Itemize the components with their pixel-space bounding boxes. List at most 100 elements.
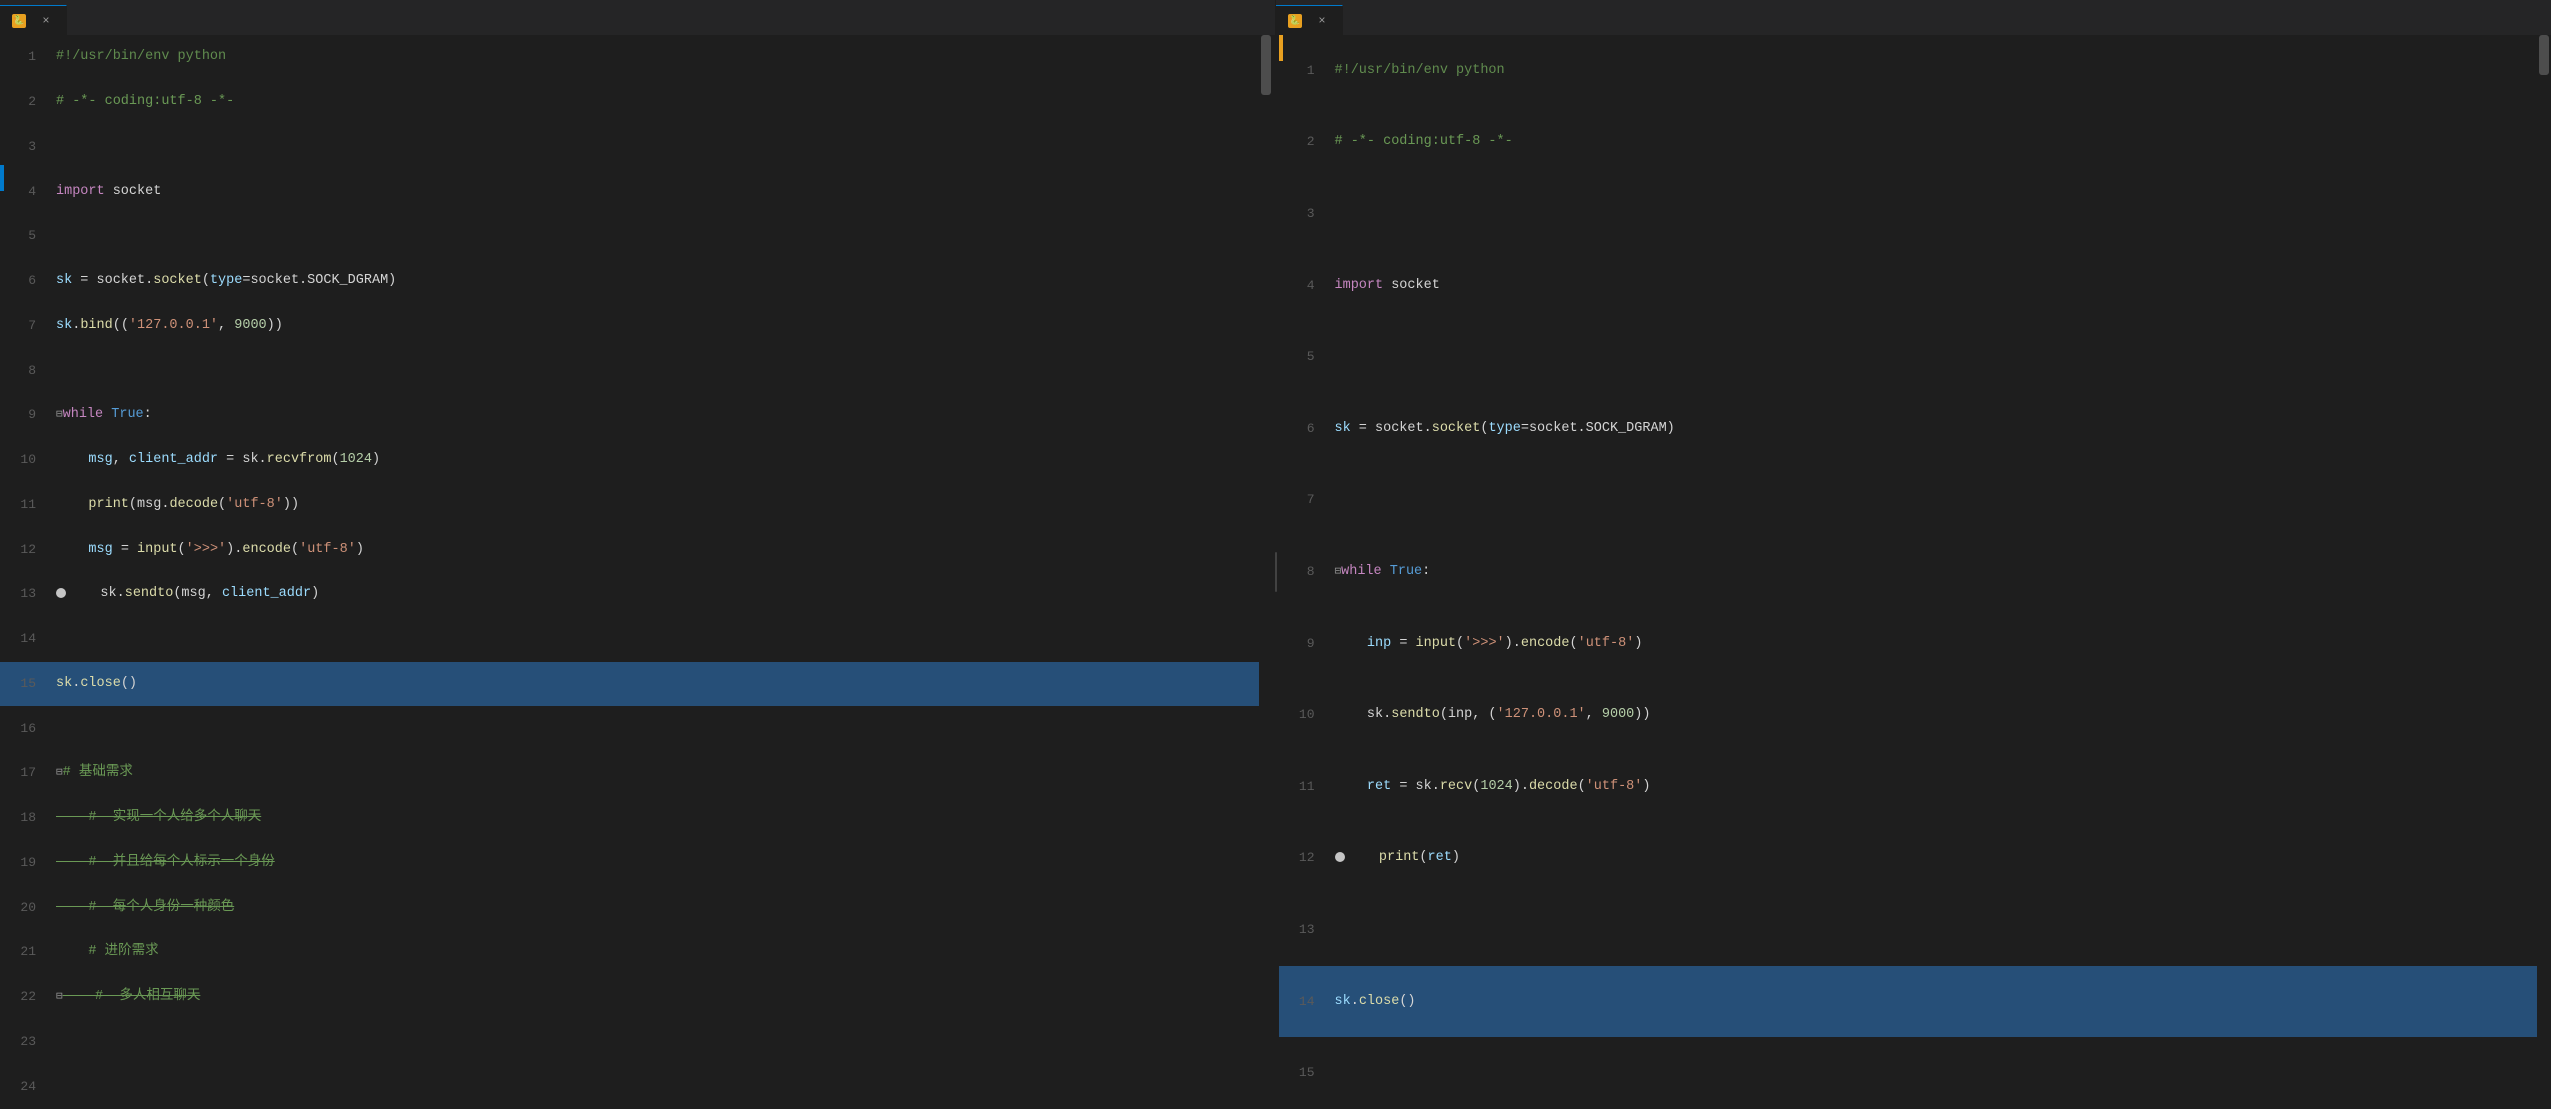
table-row: 1#!/usr/bin/env python: [1279, 35, 2551, 107]
table-row: 21 # 进阶需求: [0, 930, 1273, 975]
line-number: 18: [0, 796, 48, 841]
server-code-area[interactable]: 1#!/usr/bin/env python2# -*- coding:utf-…: [0, 35, 1273, 1109]
line-content[interactable]: #!/usr/bin/env python: [1327, 35, 2551, 107]
line-content[interactable]: import socket: [1327, 250, 2551, 322]
line-number: 11: [1279, 751, 1327, 823]
line-number: 13: [1279, 894, 1327, 966]
line-content[interactable]: print(ret): [1327, 823, 2551, 895]
line-content[interactable]: # 实现一个人给多个人聊天: [48, 796, 1273, 841]
line-content[interactable]: ⊟ # 多人相互聊天: [48, 975, 1273, 1020]
line-content[interactable]: sk = socket.socket(type=socket.SOCK_DGRA…: [48, 259, 1273, 304]
line-content[interactable]: # -*- coding:utf-8 -*-: [48, 80, 1273, 125]
line-number: 10: [0, 438, 48, 483]
table-row: 12 print(ret): [1279, 823, 2551, 895]
line-number: 9: [0, 393, 48, 438]
line-content[interactable]: # 每个人身份一种颜色: [48, 885, 1273, 930]
line-content[interactable]: [48, 348, 1273, 393]
line-number: 2: [1279, 107, 1327, 179]
table-row: 9 inp = input('>>>').encode('utf-8'): [1279, 608, 2551, 680]
line-content[interactable]: sk.bind(('127.0.0.1', 9000)): [48, 304, 1273, 349]
line-content[interactable]: ⊟while True:: [1327, 536, 2551, 608]
line-number: 2: [0, 80, 48, 125]
line-content[interactable]: sk.sendto(msg, client_addr): [48, 572, 1273, 617]
table-row: 24: [0, 1064, 1273, 1109]
line-content[interactable]: ⊟# 基础需求: [48, 751, 1273, 796]
table-row: 9⊟while True:: [0, 393, 1273, 438]
table-row: 4import socket: [1279, 250, 2551, 322]
line-number: 12: [1279, 823, 1327, 895]
line-content[interactable]: [48, 617, 1273, 662]
table-row: 14: [0, 617, 1273, 662]
tab-server[interactable]: 🐍 ×: [0, 5, 67, 35]
line-number: 23: [0, 1020, 48, 1065]
line-number: 14: [1279, 966, 1327, 1038]
table-row: 11 ret = sk.recv(1024).decode('utf-8'): [1279, 751, 2551, 823]
line-number: 24: [0, 1064, 48, 1109]
table-row: 2# -*- coding:utf-8 -*-: [1279, 107, 2551, 179]
line-content[interactable]: [1327, 321, 2551, 393]
line-content[interactable]: sk.close(): [1327, 966, 2551, 1038]
line-number: 4: [1279, 250, 1327, 322]
table-row: 22⊟ # 多人相互聊天: [0, 975, 1273, 1020]
line-content[interactable]: [1327, 465, 2551, 537]
line-number: 8: [0, 348, 48, 393]
line-number: 14: [0, 617, 48, 662]
line-content[interactable]: sk = socket.socket(type=socket.SOCK_DGRA…: [1327, 393, 2551, 465]
table-row: 7: [1279, 465, 2551, 537]
line-content[interactable]: # -*- coding:utf-8 -*-: [1327, 107, 2551, 179]
line-content[interactable]: [1327, 178, 2551, 250]
table-row: 3: [1279, 178, 2551, 250]
line-content[interactable]: [48, 1020, 1273, 1065]
table-row: 7sk.bind(('127.0.0.1', 9000)): [0, 304, 1273, 349]
line-number: 20: [0, 885, 48, 930]
table-row: 11 print(msg.decode('utf-8')): [0, 483, 1273, 528]
line-content[interactable]: [1327, 1037, 2551, 1109]
table-row: 18 # 实现一个人给多个人聊天: [0, 796, 1273, 841]
line-number: 6: [0, 259, 48, 304]
tab-client1[interactable]: 🐍 ×: [1276, 5, 1343, 35]
line-content[interactable]: sk.sendto(inp, ('127.0.0.1', 9000)): [1327, 679, 2551, 751]
table-row: 16: [0, 706, 1273, 751]
line-content[interactable]: import socket: [48, 169, 1273, 214]
table-row: 10 msg, client_addr = sk.recvfrom(1024): [0, 438, 1273, 483]
table-row: 23: [0, 1020, 1273, 1065]
line-number: 5: [1279, 321, 1327, 393]
line-number: 10: [1279, 679, 1327, 751]
tab-client1-close[interactable]: ×: [1314, 13, 1330, 29]
line-number: 16: [0, 706, 48, 751]
line-content[interactable]: sk.close(): [48, 662, 1273, 707]
line-number: 15: [1279, 1037, 1327, 1109]
client1-code-area[interactable]: 1#!/usr/bin/env python2# -*- coding:utf-…: [1279, 35, 2551, 1109]
table-row: 2# -*- coding:utf-8 -*-: [0, 80, 1273, 125]
line-content[interactable]: [48, 214, 1273, 259]
table-row: 10 sk.sendto(inp, ('127.0.0.1', 9000)): [1279, 679, 2551, 751]
line-content[interactable]: [48, 1064, 1273, 1109]
line-content[interactable]: [48, 706, 1273, 751]
line-number: 5: [0, 214, 48, 259]
line-content[interactable]: msg, client_addr = sk.recvfrom(1024): [48, 438, 1273, 483]
editor-server: 1#!/usr/bin/env python2# -*- coding:utf-…: [0, 35, 1273, 1109]
table-row: 4import socket: [0, 169, 1273, 214]
table-row: 5: [1279, 321, 2551, 393]
line-content[interactable]: ret = sk.recv(1024).decode('utf-8'): [1327, 751, 2551, 823]
line-content[interactable]: inp = input('>>>').encode('utf-8'): [1327, 608, 2551, 680]
line-number: 19: [0, 841, 48, 886]
line-number: 11: [0, 483, 48, 528]
line-number: 3: [1279, 178, 1327, 250]
line-number: 9: [1279, 608, 1327, 680]
table-row: 12 msg = input('>>>').encode('utf-8'): [0, 527, 1273, 572]
line-content[interactable]: print(msg.decode('utf-8')): [48, 483, 1273, 528]
line-content[interactable]: ⊟while True:: [48, 393, 1273, 438]
python-file-icon: 🐍: [12, 14, 26, 28]
line-content[interactable]: #!/usr/bin/env python: [48, 35, 1273, 80]
python-file-icon-2: 🐍: [1288, 14, 1302, 28]
line-content[interactable]: # 并且给每个人标示一个身份: [48, 841, 1273, 886]
line-content[interactable]: # 进阶需求: [48, 930, 1273, 975]
line-content[interactable]: [1327, 894, 2551, 966]
line-content[interactable]: msg = input('>>>').encode('utf-8'): [48, 527, 1273, 572]
line-number: 7: [0, 304, 48, 349]
line-number: 8: [1279, 536, 1327, 608]
tab-server-close[interactable]: ×: [38, 13, 54, 29]
line-number: 13: [0, 572, 48, 617]
line-content[interactable]: [48, 125, 1273, 170]
